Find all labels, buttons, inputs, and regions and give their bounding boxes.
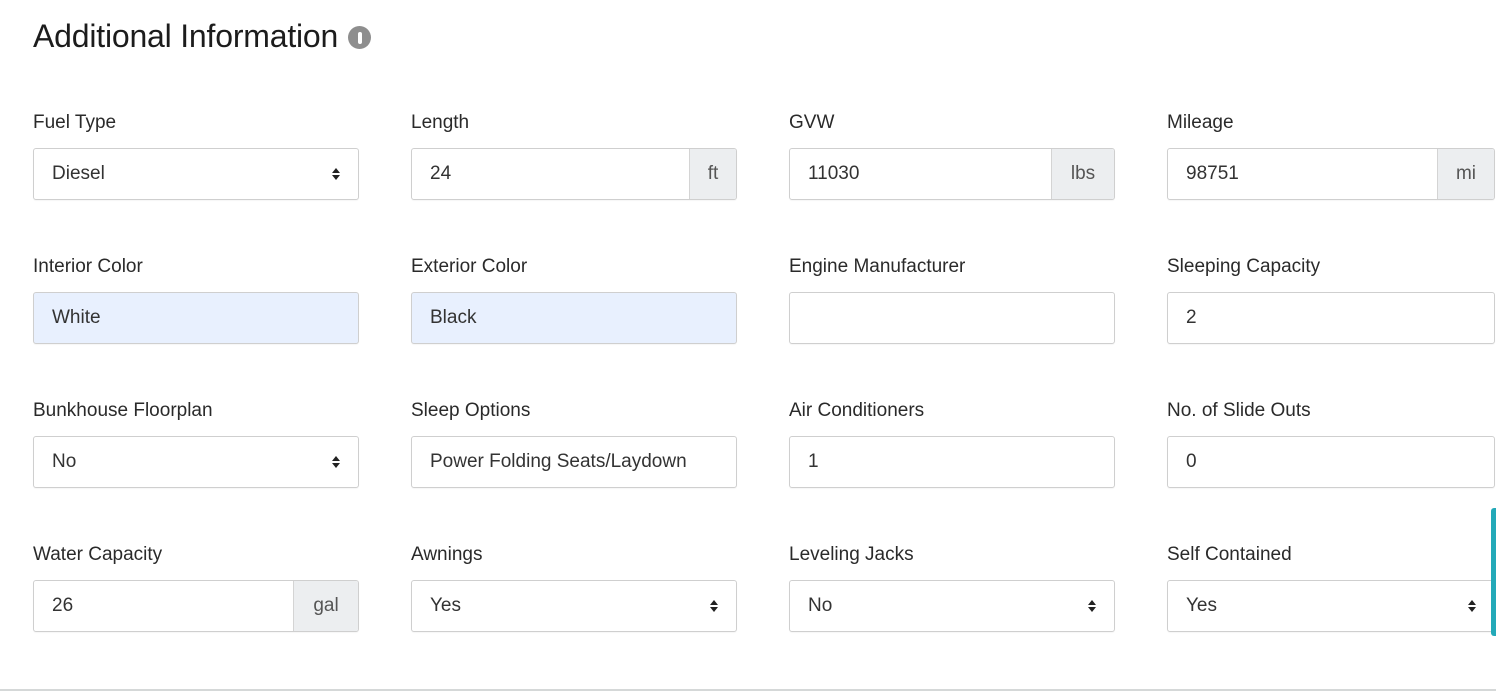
water-capacity-unit-addon: gal [293,581,358,631]
scrollbar-thumb[interactable] [1491,508,1496,636]
form-row: Bunkhouse Floorplan No Sleep Options Pow… [33,398,1495,542]
length-label: Length [411,112,470,133]
fuel-type-label: Fuel Type [33,112,117,133]
field-sleeping-capacity: Sleeping Capacity 2 [1167,254,1496,398]
field-self-contained: Self Contained Yes [1167,542,1496,686]
air-conditioners-value: 1 [808,451,819,472]
sleep-options-label: Sleep Options [411,400,531,421]
self-contained-label: Self Contained [1167,544,1292,565]
air-conditioners-label: Air Conditioners [789,400,925,421]
slide-outs-value: 0 [1186,451,1197,472]
slide-outs-input[interactable]: 0 [1167,436,1495,488]
awnings-label: Awnings [411,544,483,565]
mileage-unit-addon: mi [1437,149,1494,199]
exterior-color-input[interactable]: Black [411,292,737,344]
sleeping-capacity-value: 2 [1186,307,1197,328]
field-water-capacity: Water Capacity 26 gal [33,542,411,686]
gvw-input[interactable]: 11030 [790,149,1051,199]
air-conditioners-input[interactable]: 1 [789,436,1115,488]
select-arrows-icon [318,437,354,487]
field-sleep-options: Sleep Options Power Folding Seats/Laydow… [411,398,789,542]
field-length: Length 24 ft [411,110,789,254]
water-capacity-input-group: 26 gal [33,580,359,632]
engine-manufacturer-value [790,293,1114,343]
self-contained-select[interactable]: Yes [1167,580,1495,632]
mileage-input[interactable]: 98751 [1168,149,1437,199]
leveling-jacks-label: Leveling Jacks [789,544,914,565]
slide-outs-label: No. of Slide Outs [1167,400,1311,421]
mileage-label: Mileage [1167,112,1234,133]
fuel-type-select[interactable]: Diesel [33,148,359,200]
length-input[interactable]: 24 [412,149,689,199]
section-header: Additional Information [33,18,372,55]
gvw-input-group: 11030 lbs [789,148,1115,200]
select-arrows-icon [318,149,354,199]
length-unit-addon: ft [689,149,736,199]
engine-manufacturer-input[interactable] [789,292,1115,344]
field-engine-manufacturer: Engine Manufacturer [789,254,1167,398]
bunkhouse-floorplan-value: No [52,451,77,472]
gvw-label: GVW [789,112,835,133]
awnings-value: Yes [430,595,461,616]
mileage-input-group: 98751 mi [1167,148,1495,200]
section-title: Additional Information [33,18,339,54]
water-capacity-label: Water Capacity [33,544,163,565]
field-gvw: GVW 11030 lbs [789,110,1167,254]
leveling-jacks-select[interactable]: No [789,580,1115,632]
fuel-type-value: Diesel [52,163,105,184]
field-exterior-color: Exterior Color Black [411,254,789,398]
field-air-conditioners: Air Conditioners 1 [789,398,1167,542]
length-input-group: 24 ft [411,148,737,200]
sleeping-capacity-input[interactable]: 2 [1167,292,1495,344]
leveling-jacks-value: No [808,595,833,616]
gvw-unit-addon: lbs [1051,149,1114,199]
interior-color-input[interactable]: White [33,292,359,344]
exterior-color-value: Black [430,307,477,328]
select-arrows-icon [1074,581,1110,631]
field-leveling-jacks: Leveling Jacks No [789,542,1167,686]
interior-color-label: Interior Color [33,256,143,277]
exterior-color-label: Exterior Color [411,256,528,277]
select-arrows-icon [696,581,732,631]
bunkhouse-floorplan-select[interactable]: No [33,436,359,488]
info-icon[interactable] [348,26,372,49]
sleep-options-value: Power Folding Seats/Laydown [430,451,687,472]
form-row: Water Capacity 26 gal Awnings Yes Leveli… [33,542,1495,686]
field-fuel-type: Fuel Type Diesel [33,110,411,254]
field-mileage: Mileage 98751 mi [1167,110,1496,254]
sleep-options-input[interactable]: Power Folding Seats/Laydown [411,436,737,488]
self-contained-value: Yes [1186,595,1217,616]
select-arrows-icon [1454,581,1490,631]
field-bunkhouse-floorplan: Bunkhouse Floorplan No [33,398,411,542]
field-awnings: Awnings Yes [411,542,789,686]
form-row: Fuel Type Diesel Length 24 ft GVW 11030 … [33,110,1495,254]
field-slide-outs: No. of Slide Outs 0 [1167,398,1496,542]
interior-color-value: White [52,307,101,328]
field-interior-color: Interior Color White [33,254,411,398]
form-row: Interior Color White Exterior Color Blac… [33,254,1495,398]
engine-manufacturer-label: Engine Manufacturer [789,256,966,277]
additional-info-form: Fuel Type Diesel Length 24 ft GVW 11030 … [33,110,1495,686]
awnings-select[interactable]: Yes [411,580,737,632]
sleeping-capacity-label: Sleeping Capacity [1167,256,1321,277]
water-capacity-input[interactable]: 26 [34,581,293,631]
bunkhouse-floorplan-label: Bunkhouse Floorplan [33,400,213,421]
